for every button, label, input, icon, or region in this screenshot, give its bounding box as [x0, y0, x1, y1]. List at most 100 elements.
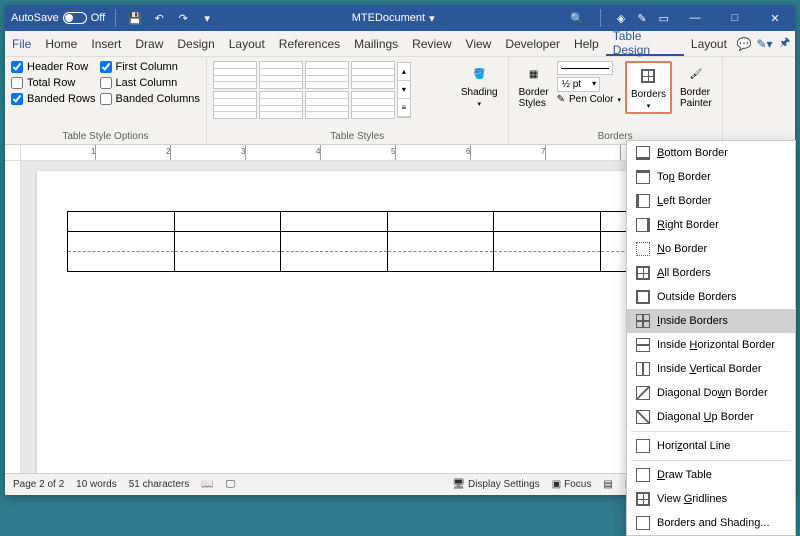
minimize-button[interactable]: ― — [681, 5, 709, 31]
brush-icon[interactable]: ✎ — [637, 12, 646, 25]
mi-draw-table[interactable]: Draw Table — [627, 463, 795, 487]
share-icon[interactable]: 🖈 — [775, 33, 795, 55]
pen-color-button[interactable]: ✎Pen Color ▾ — [557, 94, 621, 105]
tab-references[interactable]: References — [272, 31, 347, 56]
mi-diagonal-down-border[interactable]: Diagonal Down Border — [627, 381, 795, 405]
mi-inside-horizontal-border[interactable]: Inside Horizontal Border — [627, 333, 795, 357]
redo-icon[interactable]: ↷ — [176, 11, 190, 25]
table-styles-gallery[interactable]: ▴▾≡ — [213, 61, 453, 119]
document-title[interactable]: MTEDocument ▾ — [222, 12, 564, 25]
mi-borders-shading[interactable]: Borders and Shading... — [627, 511, 795, 535]
group-borders: ▦ Border Styles ½ pt ✎Pen Color ▾ Border… — [509, 57, 723, 144]
tab-help[interactable]: Help — [567, 31, 606, 56]
menu-label: Diagonal Up Border — [657, 411, 754, 423]
menu-icon — [635, 467, 651, 483]
bi-bottom-icon — [635, 145, 651, 161]
tab-layout[interactable]: Layout — [222, 31, 272, 56]
toggle-icon — [63, 12, 87, 24]
tab-developer[interactable]: Developer — [498, 31, 567, 56]
chk-last-col[interactable]: Last Column — [100, 77, 200, 89]
chk-total-row[interactable]: Total Row — [11, 77, 96, 89]
tab-insert[interactable]: Insert — [84, 31, 128, 56]
tab-view[interactable]: View — [459, 31, 499, 56]
mi-top-border[interactable]: Top Border — [627, 165, 795, 189]
mi-outside-borders[interactable]: Outside Borders — [627, 285, 795, 309]
mi-inside-borders[interactable]: Inside Borders — [627, 309, 795, 333]
border-styles-button[interactable]: ▦ Border Styles — [515, 61, 553, 111]
bi-right-icon — [635, 217, 651, 233]
chk-first-col[interactable]: First Column — [100, 61, 200, 73]
document-table[interactable] — [67, 211, 707, 272]
autosave-toggle[interactable]: AutoSave Off — [5, 12, 111, 24]
diamond-icon[interactable]: ◈ — [617, 12, 625, 25]
shading-button[interactable]: 🪣 Shading ▾ — [457, 61, 502, 110]
menu-label: Borders and Shading... — [657, 517, 770, 529]
shading-icon: 🪣 — [468, 63, 490, 85]
borders-dropdown: Bottom BorderTop BorderLeft Border Right … — [626, 140, 796, 536]
mi-horizontal-line[interactable]: Horizontal Line — [627, 434, 795, 458]
spellcheck-icon[interactable]: 📖 — [201, 479, 213, 490]
line-style-combo[interactable] — [557, 61, 613, 75]
bi-all-icon — [635, 491, 651, 507]
char-count[interactable]: 51 characters — [129, 479, 190, 490]
tab-draw[interactable]: Draw — [128, 31, 170, 56]
qat-more-icon[interactable]: ▾ — [200, 11, 214, 25]
border-styles-icon: ▦ — [523, 63, 545, 85]
bi-all-icon — [635, 265, 651, 281]
mi-view-gridlines[interactable]: View Gridlines — [627, 487, 795, 511]
mi-all-borders[interactable]: All Borders — [627, 261, 795, 285]
chevron-down-icon: ▾ — [429, 12, 435, 25]
mi-bottom-border[interactable]: Bottom Border — [627, 141, 795, 165]
tab-table-layout[interactable]: Layout — [684, 31, 734, 56]
word-count[interactable]: 10 words — [76, 479, 117, 490]
edit-icon[interactable]: ✎▾ — [754, 33, 774, 55]
bi-du-icon — [635, 409, 651, 425]
bi-left-icon — [635, 193, 651, 209]
menu-icon — [635, 515, 651, 531]
mi-no-border[interactable]: No Border — [627, 237, 795, 261]
bi-out-icon — [635, 289, 651, 305]
window-icon[interactable]: ▭ — [659, 12, 669, 25]
menu-label: Diagonal Down Border — [657, 387, 768, 399]
mi-inside-vertical-border[interactable]: Inside Vertical Border — [627, 357, 795, 381]
menu-label: Outside Borders — [657, 291, 736, 303]
read-mode-icon[interactable]: ▤ — [603, 479, 612, 490]
accessibility-icon[interactable]: 🖵 — [226, 479, 236, 490]
titlebar: AutoSave Off 💾 ↶ ↷ ▾ MTEDocument ▾ 🔍 ◈ ✎… — [5, 5, 795, 31]
menu-label: Horizontal Line — [657, 440, 730, 452]
tab-mailings[interactable]: Mailings — [347, 31, 405, 56]
display-settings[interactable]: 🖥 Display Settings — [452, 479, 539, 490]
focus-mode[interactable]: ▣ Focus — [552, 479, 592, 490]
chk-banded-rows[interactable]: Banded Rows — [11, 93, 96, 105]
page-count[interactable]: Page 2 of 2 — [13, 479, 64, 490]
mi-left-border[interactable]: Left Border — [627, 189, 795, 213]
save-icon[interactable]: 💾 — [128, 11, 142, 25]
tab-design[interactable]: Design — [170, 31, 221, 56]
chevron-down-icon: ▾ — [477, 100, 481, 108]
bi-in-icon — [635, 313, 651, 329]
maximize-button[interactable]: □ — [721, 5, 749, 31]
close-button[interactable]: ✕ — [761, 5, 789, 31]
ribbon: Header Row Total Row Banded Rows First C… — [5, 57, 795, 145]
gallery-scroll[interactable]: ▴▾≡ — [397, 62, 411, 118]
menu-label: Right Border — [657, 219, 719, 231]
painter-icon: 🖌 — [685, 63, 707, 85]
borders-button[interactable]: Borders ▾ — [625, 61, 672, 114]
autosave-label: AutoSave — [11, 12, 59, 24]
border-painter-button[interactable]: 🖌 Border Painter — [676, 61, 716, 111]
chk-header-row[interactable]: Header Row — [11, 61, 96, 73]
undo-icon[interactable]: ↶ — [152, 11, 166, 25]
mi-right-border[interactable]: Right Border — [627, 213, 795, 237]
autosave-state: Off — [91, 12, 105, 24]
mi-diagonal-up-border[interactable]: Diagonal Up Border — [627, 405, 795, 429]
tab-review[interactable]: Review — [405, 31, 458, 56]
chk-banded-cols[interactable]: Banded Columns — [100, 93, 200, 105]
tab-table-design[interactable]: Table Design — [606, 31, 684, 56]
pen-width-combo[interactable]: ½ pt — [557, 77, 600, 92]
comments-icon[interactable]: 💬 — [734, 33, 754, 55]
search-icon[interactable]: 🔍 — [570, 12, 584, 25]
pen-icon: ✎ — [557, 94, 565, 105]
vertical-ruler[interactable] — [5, 161, 21, 473]
tab-home[interactable]: Home — [38, 31, 84, 56]
tab-file[interactable]: File — [5, 31, 38, 56]
